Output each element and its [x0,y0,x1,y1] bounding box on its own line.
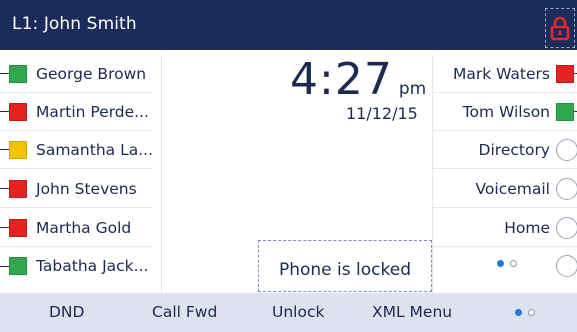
clock-ampm: pm [398,79,427,99]
title-bar: L1: John Smith [0,0,577,50]
key-tick [0,265,9,267]
line-key-page-indicator [497,260,517,267]
home-key[interactable]: Home [433,209,577,247]
clock-date: 11/12/15 [346,104,418,123]
phone-locked-notice: Phone is locked [258,240,432,292]
line-key-label: Tabatha Jack... [36,257,149,275]
key-tick [0,227,9,228]
softkey-page-indicator[interactable] [515,309,535,316]
line-key-label: Martin Perde... [36,102,149,121]
lock-icon [550,16,570,41]
line-key-7[interactable]: Mark Waters [433,55,577,93]
clock: 4:27 pm [290,54,426,105]
line-key-8[interactable]: Tom Wilson [433,93,577,131]
voicemail-key[interactable]: Voicemail [433,170,577,208]
line-key-6[interactable]: Tabatha Jack... [0,247,153,285]
line-key-label: John Stevens [36,179,137,198]
line-key-label: Directory [478,140,550,159]
key-tick [0,111,9,112]
page-dot-active-icon [515,309,522,316]
presence-status-icon [9,140,27,159]
lock-indicator[interactable] [545,8,575,48]
xml-menu-softkey[interactable]: XML Menu [372,303,452,321]
dnd-softkey[interactable]: DND [49,303,84,321]
line-key-4[interactable]: John Stevens [0,170,153,208]
page-dot-icon [510,260,517,267]
softkey-bar: DND Call Fwd Unlock XML Menu [0,293,577,332]
line-key-label: George Brown [36,64,147,83]
line-key-label: Samantha La... [36,140,153,159]
presence-status-icon [9,64,27,83]
line-label: L1: John Smith [12,14,137,34]
empty-circle-icon [556,216,577,239]
page-dot-active-icon [497,260,504,267]
presence-status-icon [9,179,27,198]
call-forward-softkey[interactable]: Call Fwd [152,303,217,321]
right-line-keys: Mark Waters Tom Wilson Directory Voicema… [432,55,577,293]
line-key-label: Tom Wilson [462,102,550,121]
page-dot-icon [528,309,535,316]
phone-locked-label: Phone is locked [278,260,411,280]
presence-status-icon [9,257,27,275]
unlock-softkey[interactable]: Unlock [272,303,324,321]
line-key-1[interactable]: George Brown [0,55,153,93]
line-key-label: Voicemail [475,179,550,198]
key-tick [0,73,9,74]
key-tick [0,149,9,150]
line-key-3[interactable]: Samantha La... [0,131,153,169]
line-key-label: Home [504,218,550,237]
key-tick [0,188,9,189]
presence-status-icon [9,218,27,237]
empty-circle-icon [556,177,577,200]
line-key-label: Mark Waters [452,64,550,83]
line-key-5[interactable]: Martha Gold [0,209,153,247]
line-key-2[interactable]: Martin Perde... [0,93,153,131]
empty-circle-icon [556,255,577,277]
line-key-page[interactable] [433,247,577,285]
directory-key[interactable]: Directory [433,131,577,169]
empty-circle-icon [556,138,577,161]
line-key-label: Martha Gold [36,218,132,237]
presence-status-icon [556,102,574,121]
presence-status-icon [556,64,574,83]
presence-status-icon [9,102,27,121]
clock-time: 4:27 [290,54,393,105]
left-line-keys: George Brown Martin Perde... Samantha La… [0,55,162,293]
